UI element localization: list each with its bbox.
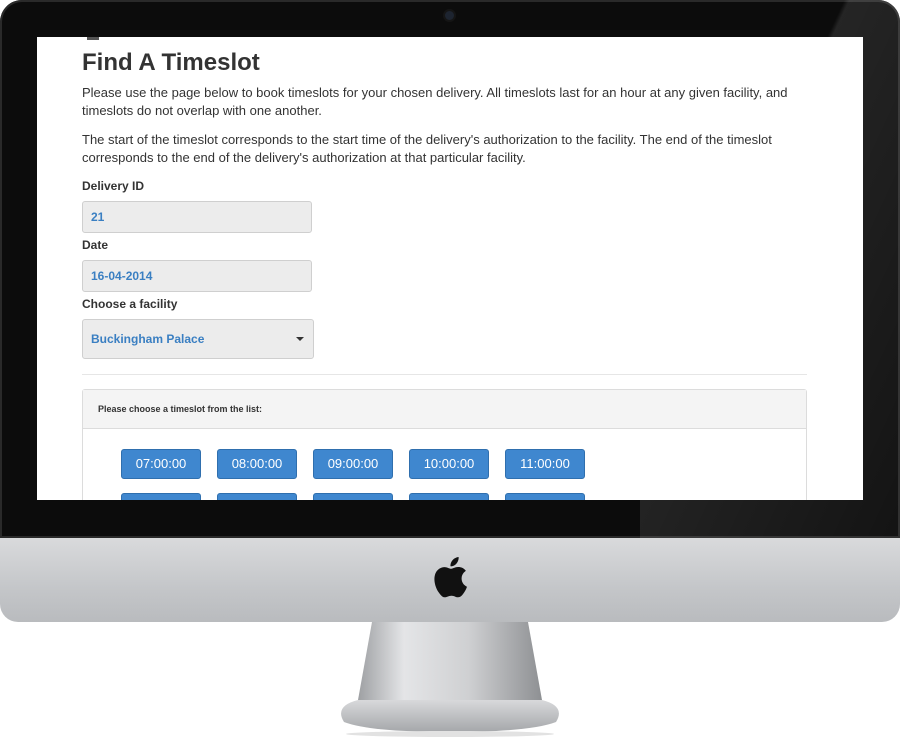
timeslot-row xyxy=(121,493,806,500)
browser-screen: Find A Timeslot Please use the page belo… xyxy=(37,37,863,500)
timeslot-button[interactable] xyxy=(121,493,201,500)
timeslot-button[interactable]: 10:00:00 xyxy=(409,449,489,479)
camera-icon xyxy=(445,11,454,20)
monitor-stand xyxy=(341,622,559,737)
delivery-id-field[interactable]: 21 xyxy=(82,201,312,233)
divider xyxy=(82,374,807,375)
timeslot-list: 07:00:00 08:00:00 09:00:00 10:00:00 11:0… xyxy=(83,429,806,500)
timeslot-button[interactable]: 07:00:00 xyxy=(121,449,201,479)
timeslot-button[interactable]: 08:00:00 xyxy=(217,449,297,479)
intro-paragraph-2: The start of the timeslot corresponds to… xyxy=(82,132,772,165)
timeslot-button[interactable] xyxy=(217,493,297,500)
facility-select-value: Buckingham Palace xyxy=(91,332,205,346)
timeslot-panel-heading: Please choose a timeslot from the list: xyxy=(83,390,806,429)
page-title: Find A Timeslot xyxy=(82,49,260,76)
facility-select[interactable]: Buckingham Palace xyxy=(82,319,314,359)
timeslot-button[interactable]: 09:00:00 xyxy=(313,449,393,479)
intro-paragraph-1: Please use the page below to book timesl… xyxy=(82,85,788,118)
timeslot-button[interactable] xyxy=(409,493,489,500)
date-label: Date xyxy=(82,238,109,252)
delivery-id-label: Delivery ID xyxy=(82,179,145,193)
timeslot-button[interactable]: 11:00:00 xyxy=(505,449,585,479)
timeslot-panel: Please choose a timeslot from the list: … xyxy=(82,389,807,500)
timeslot-button[interactable] xyxy=(505,493,585,500)
timeslot-button[interactable] xyxy=(313,493,393,500)
chevron-down-icon xyxy=(296,337,304,341)
page-content: Find A Timeslot Please use the page belo… xyxy=(82,47,807,500)
scroll-remnant xyxy=(87,37,99,40)
facility-label: Choose a facility xyxy=(82,297,178,311)
date-field[interactable]: 16-04-2014 xyxy=(82,260,312,292)
timeslot-row: 07:00:00 08:00:00 09:00:00 10:00:00 11:0… xyxy=(121,449,806,479)
apple-logo-icon xyxy=(434,557,467,598)
